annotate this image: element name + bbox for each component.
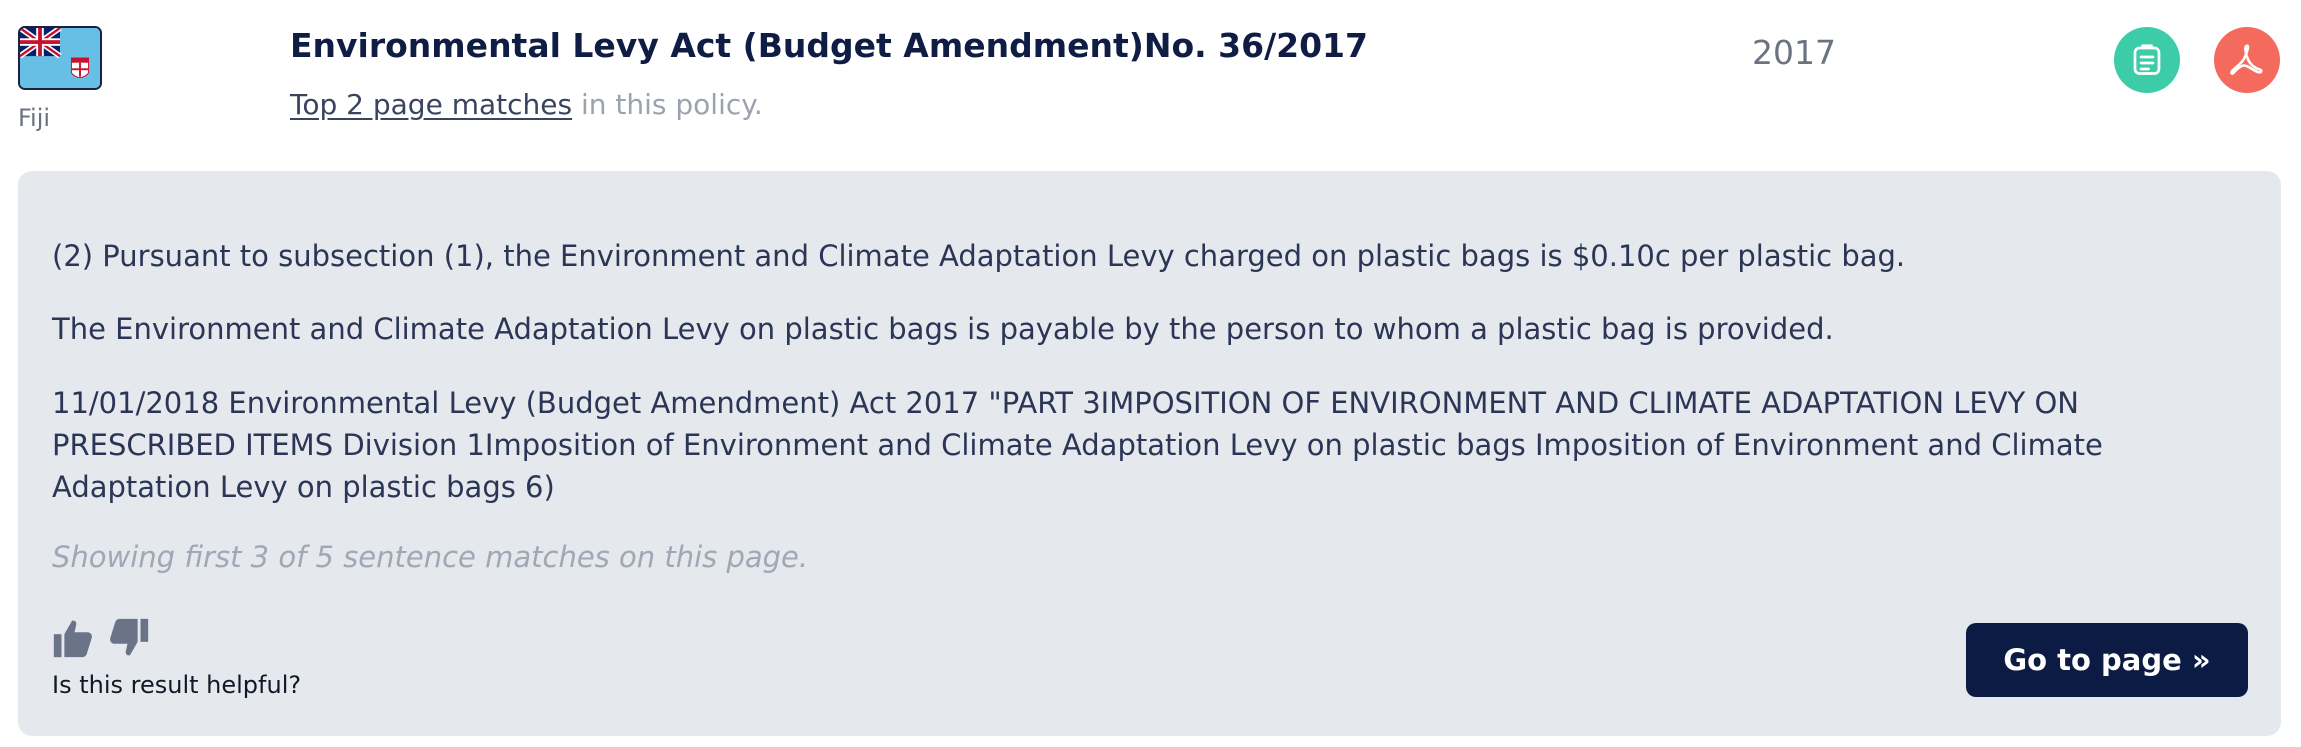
page-matches-suffix: in this policy. [572, 88, 763, 121]
go-to-page-button[interactable]: Go to page » [1966, 623, 2248, 697]
pdf-button[interactable] [2214, 27, 2280, 93]
policy-year: 2017 [1752, 33, 1836, 72]
feedback-label: Is this result helpful? [52, 671, 302, 699]
sentence-match: 11/01/2018 Environmental Levy (Budget Am… [52, 386, 2103, 504]
matches-note: Showing first 3 of 5 sentence matches on… [52, 540, 809, 574]
pdf-icon [2230, 44, 2263, 75]
result-card: (2) Pursuant to subsection (1), the Envi… [18, 171, 2281, 736]
country-name: Fiji [18, 104, 51, 132]
fiji-flag-icon [18, 26, 102, 90]
sentence-match: (2) Pursuant to subsection (1), the Envi… [52, 239, 1906, 273]
top-page-matches-link[interactable]: Top 2 page matches [290, 88, 572, 121]
country-flag [18, 26, 102, 90]
policy-title[interactable]: Environmental Levy Act (Budget Amendment… [290, 26, 1368, 65]
page-matches-summary: Top 2 page matches in this policy. [290, 88, 763, 121]
summary-button[interactable] [2114, 27, 2180, 93]
thumbs-up-icon[interactable] [50, 615, 96, 661]
thumbs-down-icon[interactable] [106, 615, 152, 661]
sentence-match: The Environment and Climate Adaptation L… [52, 312, 1834, 346]
document-list-icon [2133, 44, 2161, 75]
